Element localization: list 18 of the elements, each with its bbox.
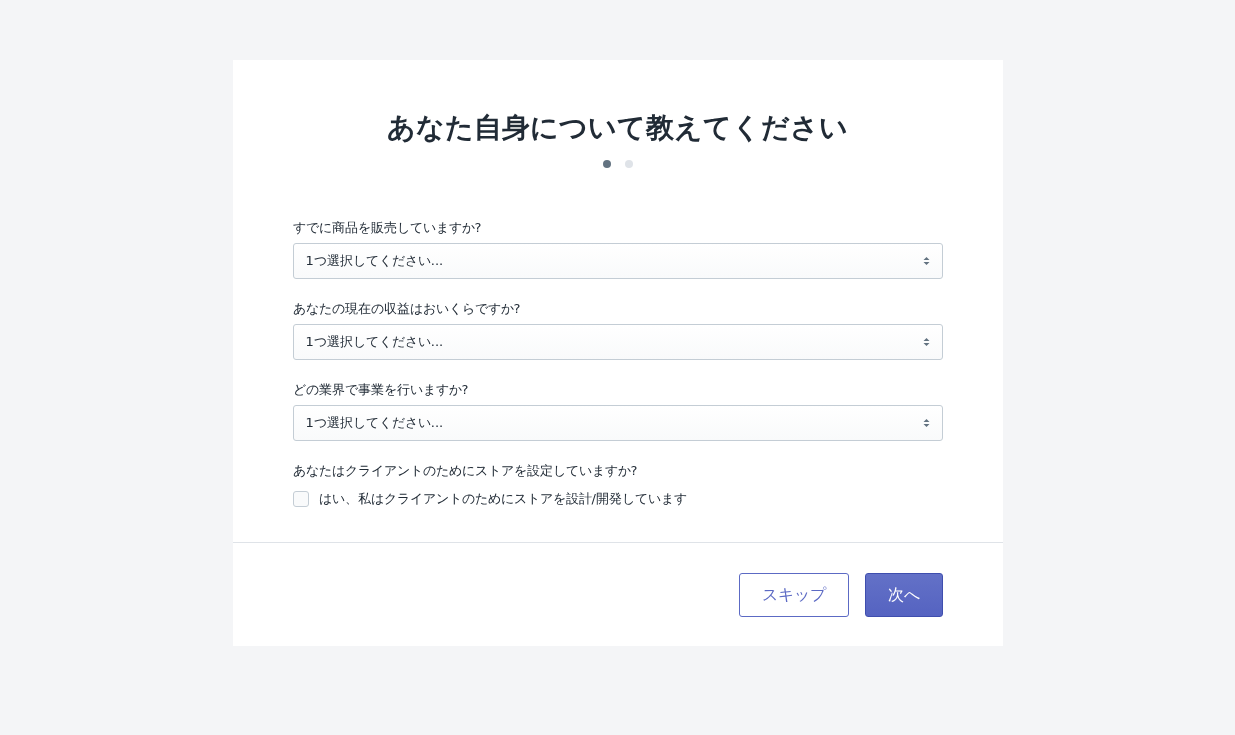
checkbox[interactable] [292,491,309,507]
skip-button[interactable]: スキップ [738,573,849,617]
select-placeholder: 1つ選択してください... [305,414,444,432]
checkbox-label: はい、私はクライアントのためにストアを設計/開発しています [318,490,687,508]
sort-caret-icon [922,256,930,266]
select-field[interactable]: 1つ選択してください... [292,243,943,279]
next-button[interactable]: 次へ [864,573,943,617]
question-label: あなたはクライアントのためにストアを設定していますか? [292,462,639,480]
sort-caret-icon [922,337,930,347]
select-field[interactable]: 1つ選択してください... [292,324,943,360]
page-title: あなた自身について教えてください [386,110,849,146]
sort-caret-icon [922,418,930,428]
select-placeholder: 1つ選択してください... [305,252,444,270]
question-label: どの業界で事業を行いますか? [292,381,470,399]
question-label: あなたの現在の収益はおいくらですか? [292,300,522,318]
question-label: すでに商品を販売していますか? [292,219,483,237]
select-placeholder: 1つ選択してください... [305,333,444,351]
select-field[interactable]: 1つ選択してください... [292,405,943,441]
